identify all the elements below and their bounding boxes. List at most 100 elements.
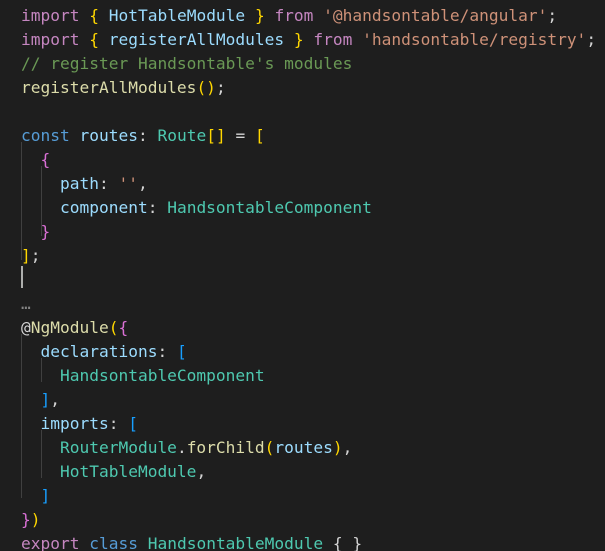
code-token: forChild: [186, 438, 265, 457]
code-token: }: [21, 510, 31, 529]
code-token: const: [21, 126, 70, 145]
code-token: RouterModule: [59, 438, 177, 457]
code-token: []: [206, 126, 226, 145]
code-token: imports: [40, 414, 109, 433]
code-token: :: [108, 414, 129, 433]
code-line[interactable]: …: [21, 292, 31, 316]
code-token: ,: [50, 390, 60, 409]
code-token: ): [30, 510, 41, 529]
code-token: import: [21, 30, 80, 49]
code-line[interactable]: @NgModule({: [21, 316, 128, 340]
code-line[interactable]: export class HandsontableModule { }: [21, 532, 362, 551]
code-token: HandsontableModule: [147, 534, 324, 551]
code-token: declarations: [40, 342, 158, 361]
code-token: ]: [40, 390, 51, 409]
code-editor[interactable]: import { HotTableModule } from '@handson…: [0, 0, 605, 551]
code-token: routes: [79, 126, 138, 145]
code-token: }: [293, 30, 304, 49]
code-token: ]: [21, 246, 31, 265]
code-line[interactable]: ]: [21, 484, 51, 508]
code-token: :: [157, 342, 177, 361]
code-token: from: [313, 30, 353, 49]
code-token: '': [118, 174, 138, 193]
code-token: [: [176, 342, 187, 361]
code-token: (: [264, 438, 275, 457]
code-line[interactable]: }): [21, 508, 41, 532]
code-line[interactable]: imports: [: [21, 412, 138, 436]
code-token: from: [274, 6, 314, 25]
text-cursor: [21, 266, 23, 288]
code-token: routes: [274, 438, 333, 457]
code-token: ]: [40, 486, 51, 505]
code-line[interactable]: registerAllModules();: [21, 76, 226, 100]
code-token: {: [118, 318, 129, 337]
code-token: // register Handsontable's modules: [21, 54, 353, 73]
code-token: ;: [215, 78, 226, 97]
code-token: registerAllModules: [108, 30, 285, 49]
code-line[interactable]: component: HandsontableComponent: [21, 196, 372, 220]
code-token: HotTableModule: [59, 462, 197, 481]
code-line[interactable]: declarations: [: [21, 340, 187, 364]
code-token: class: [89, 534, 138, 551]
code-token: @: [21, 318, 31, 337]
code-token: ;: [547, 6, 558, 25]
code-line[interactable]: RouterModule.forChild(routes),: [21, 436, 352, 460]
code-line[interactable]: }: [21, 220, 51, 244]
code-token: ;: [30, 246, 41, 265]
code-line[interactable]: ];: [21, 244, 41, 268]
code-line[interactable]: path: '',: [21, 172, 148, 196]
code-token: }: [40, 222, 51, 241]
code-token: :: [137, 126, 158, 145]
code-token: …: [21, 294, 31, 313]
code-token: {: [89, 6, 99, 25]
code-token: ,: [342, 438, 353, 457]
code-line[interactable]: import { registerAllModules } from 'hand…: [21, 28, 596, 52]
code-token: [: [128, 414, 138, 433]
code-line[interactable]: import { HotTableModule } from '@handson…: [21, 4, 557, 28]
code-token: Route: [157, 126, 207, 145]
code-token: HandsontableComponent: [167, 198, 372, 217]
code-token: }: [254, 6, 265, 25]
code-line[interactable]: ],: [21, 388, 61, 412]
code-token: NgModule: [30, 318, 109, 337]
code-line[interactable]: HotTableModule,: [21, 460, 206, 484]
code-token: path: [59, 174, 99, 193]
code-token: 'handsontable/registry': [362, 30, 587, 49]
code-token: [: [254, 126, 265, 145]
code-token: HandsontableComponent: [59, 366, 265, 385]
code-token: :: [98, 174, 119, 193]
code-token: {: [89, 30, 99, 49]
code-token: ): [332, 438, 343, 457]
code-line[interactable]: // register Handsontable's modules: [21, 52, 352, 76]
code-token: HotTableModule: [108, 6, 246, 25]
code-line[interactable]: HandsontableComponent: [21, 364, 265, 388]
code-token: =: [225, 126, 255, 145]
code-token: ;: [586, 30, 597, 49]
code-line[interactable]: {: [21, 148, 51, 172]
code-token: {: [40, 150, 51, 169]
code-line[interactable]: const routes: Route[] = [: [21, 124, 265, 148]
code-token: ,: [137, 174, 148, 193]
code-token: export: [21, 534, 80, 551]
